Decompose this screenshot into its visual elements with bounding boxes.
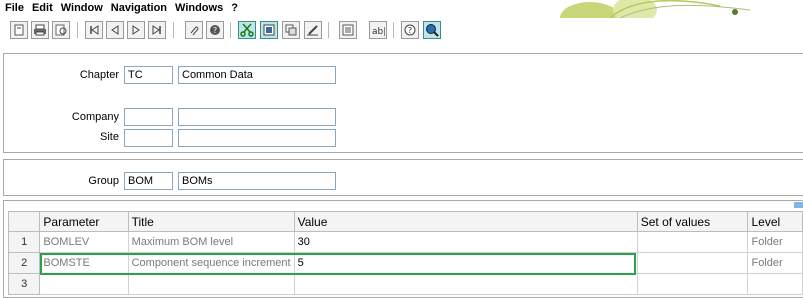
attachment-icon[interactable]	[185, 21, 203, 39]
set-of-values-cell[interactable]	[636, 252, 749, 274]
row-number: 2	[7, 252, 41, 274]
table-row[interactable]: 2 BOMSTE Component sequence increment 5 …	[7, 252, 803, 274]
set-of-values-cell[interactable]	[636, 231, 749, 253]
previous-record-icon[interactable]	[106, 21, 124, 39]
last-record-icon[interactable]	[148, 21, 166, 39]
group-label: Group	[88, 175, 119, 187]
set-of-values-cell[interactable]	[636, 273, 749, 295]
menu-navigation[interactable]: Navigation	[111, 2, 167, 14]
question-icon[interactable]: ?	[401, 21, 419, 39]
toolbar-separator	[328, 22, 329, 38]
parameter-cell[interactable]: BOMSTE	[39, 252, 129, 274]
menu-window[interactable]: Window	[61, 2, 103, 14]
edit-pencil-icon[interactable]	[304, 21, 322, 39]
header-panel: Chapter TC Common Data Company Site	[3, 53, 803, 153]
menu-edit[interactable]: Edit	[32, 2, 53, 14]
svg-text:?: ?	[213, 26, 217, 35]
column-header-parameter[interactable]: Parameter	[39, 211, 129, 232]
company-label: Company	[71, 111, 119, 123]
help-circle-icon[interactable]: ?	[206, 21, 224, 39]
new-doc-icon[interactable]	[10, 21, 28, 39]
parameter-cell[interactable]	[39, 273, 129, 295]
table-header-row: Parameter Title Value Set of values Leve…	[7, 211, 803, 232]
grid-options-icon[interactable]	[794, 202, 803, 208]
column-header-title[interactable]: Title	[127, 211, 295, 232]
menu-windows[interactable]: Windows	[175, 2, 223, 14]
title-cell[interactable]	[127, 273, 295, 295]
company-code-field[interactable]	[124, 108, 173, 126]
print-preview-icon[interactable]	[52, 21, 70, 39]
group-code-field[interactable]: BOM	[124, 172, 173, 190]
toolbar-separator	[230, 22, 231, 38]
toolbar-separator	[77, 22, 78, 38]
print-icon[interactable]	[31, 21, 49, 39]
parameters-table: Parameter Title Value Set of values Leve…	[7, 211, 803, 295]
table-row[interactable]: 3	[7, 273, 803, 295]
level-cell[interactable]	[747, 273, 803, 295]
site-label: Site	[100, 131, 119, 143]
toolbar-separator	[393, 22, 394, 38]
column-header-level[interactable]: Level	[747, 211, 803, 232]
chapter-code-field[interactable]: TC	[124, 66, 173, 84]
title-cell[interactable]: Maximum BOM level	[127, 231, 295, 253]
window-copy-icon[interactable]	[282, 21, 300, 39]
svg-text:ab|: ab|	[372, 27, 385, 36]
parameter-cell[interactable]: BOMLEV	[39, 231, 129, 253]
banner-decoration	[560, 0, 803, 18]
list-icon[interactable]	[339, 21, 357, 39]
menu-help[interactable]: ?	[231, 2, 238, 14]
window-restore-icon[interactable]	[260, 21, 278, 39]
group-description-field[interactable]: BOMs	[178, 172, 336, 190]
menu-file[interactable]: File	[5, 2, 24, 14]
toolbar: ? ab| ?	[0, 19, 803, 43]
column-header-set-of-values[interactable]: Set of values	[636, 211, 749, 232]
column-header-value[interactable]: Value	[293, 211, 638, 232]
scissors-icon[interactable]	[238, 21, 256, 39]
chapter-description-field[interactable]: Common Data	[178, 66, 336, 84]
value-cell[interactable]	[293, 273, 638, 295]
company-description-field[interactable]	[178, 108, 336, 126]
row-number: 3	[7, 273, 41, 295]
rownum-header	[7, 211, 41, 232]
ab-text-icon[interactable]: ab|	[369, 21, 387, 39]
site-description-field[interactable]	[178, 129, 336, 147]
next-record-icon[interactable]	[127, 21, 145, 39]
value-cell[interactable]: 30	[293, 231, 638, 253]
level-cell[interactable]: Folder	[747, 252, 803, 274]
table-row[interactable]: 1 BOMLEV Maximum BOM level 30 Folder	[7, 231, 803, 253]
first-record-icon[interactable]	[85, 21, 103, 39]
group-panel: Group BOM BOMs	[3, 159, 803, 196]
chapter-label: Chapter	[79, 69, 119, 81]
search-globe-icon[interactable]	[423, 21, 441, 39]
title-cell[interactable]: Component sequence increment	[127, 252, 295, 274]
parameters-grid-panel: Parameter Title Value Set of values Leve…	[3, 200, 803, 298]
level-cell[interactable]: Folder	[747, 231, 803, 253]
svg-text:?: ?	[408, 26, 412, 35]
site-code-field[interactable]	[124, 129, 173, 147]
value-cell[interactable]: 5	[293, 252, 638, 274]
row-number: 1	[7, 231, 41, 253]
toolbar-separator	[173, 22, 174, 38]
menu-bar: File Edit Window Navigation Windows ?	[0, 0, 803, 18]
